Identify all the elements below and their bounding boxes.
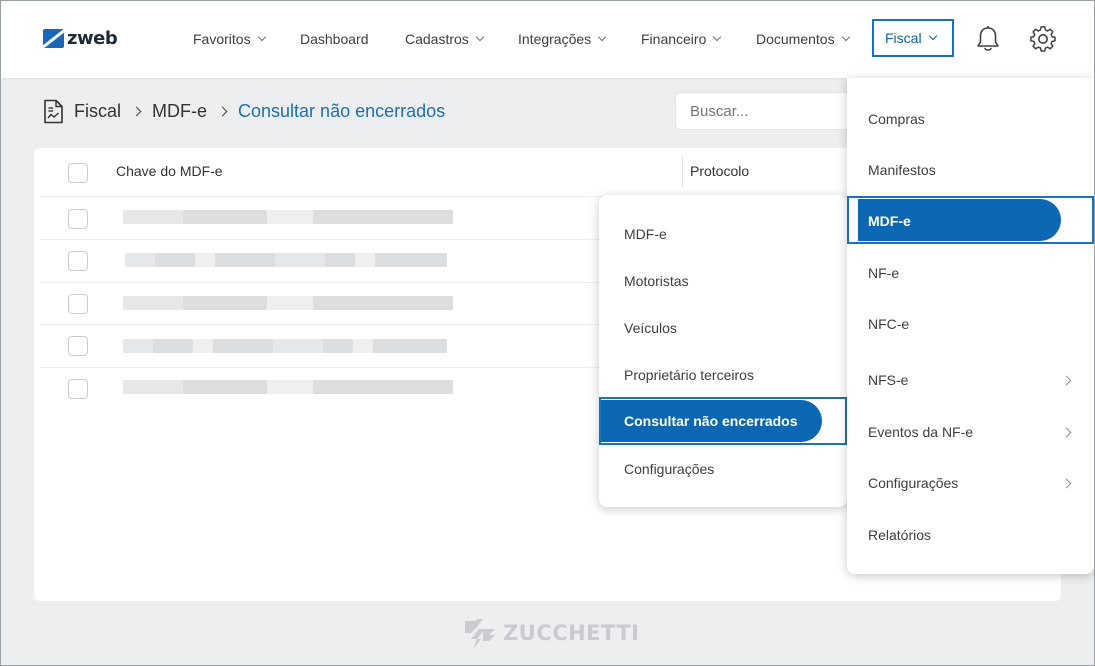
menu-label: Manifestos — [868, 162, 936, 178]
nav-label: Integrações — [518, 31, 592, 47]
nav-label: Favoritos — [193, 31, 251, 47]
footer-brand: ZUCCHETTI — [463, 615, 639, 651]
gear-icon[interactable] — [1029, 25, 1057, 53]
row-checkbox[interactable] — [68, 379, 88, 399]
row-checkbox[interactable] — [68, 209, 88, 229]
nav-dashboard[interactable]: Dashboard — [300, 28, 369, 50]
chevron-right-icon — [131, 106, 142, 117]
breadcrumb-item[interactable]: Fiscal — [74, 101, 121, 122]
menu-label: Motoristas — [624, 273, 689, 289]
menu-item-compras[interactable]: Compras — [847, 111, 1094, 131]
document-chart-icon — [44, 99, 63, 124]
submenu-item-configuracoes[interactable]: Configurações — [599, 461, 847, 481]
menu-label: Consultar não encerrados — [624, 413, 798, 429]
menu-label: Eventos da NF-e — [868, 424, 974, 440]
menu-item-nfce[interactable]: NFC-e — [847, 316, 1094, 336]
breadcrumb-current: Consultar não encerrados — [238, 101, 446, 121]
logo-text: zweb — [67, 28, 118, 49]
menu-item-nfse[interactable]: NFS-e — [847, 372, 1094, 392]
menu-label: MDF-e — [624, 226, 667, 242]
menu-item-eventos-nfe[interactable]: Eventos da NF-e — [847, 424, 1094, 444]
menu-label: Configurações — [624, 461, 715, 477]
nav-favoritos[interactable]: Favoritos — [193, 28, 266, 50]
chevron-right-icon — [1061, 427, 1072, 438]
nav-cadastros[interactable]: Cadastros — [405, 28, 485, 50]
blurred-key — [123, 380, 453, 394]
chevron-down-icon — [928, 31, 937, 41]
search-input[interactable] — [675, 92, 875, 130]
nav-integracoes[interactable]: Integrações — [518, 28, 607, 50]
blurred-key — [123, 339, 447, 353]
breadcrumb-item[interactable]: MDF-e — [152, 101, 207, 122]
menu-label: Configurações — [868, 475, 959, 491]
menu-item-nfe[interactable]: NF-e — [847, 265, 1094, 285]
top-navbar: zweb Favoritos Dashboard Cadastros Integ… — [0, 0, 1095, 78]
menu-label: NF-e — [868, 265, 900, 281]
row-checkbox[interactable] — [68, 251, 88, 271]
menu-label: Compras — [868, 111, 925, 127]
blurred-key — [123, 210, 453, 224]
submenu-item-proprietario-terceiros[interactable]: Proprietário terceiros — [599, 367, 847, 387]
submenu-item-motoristas[interactable]: Motoristas — [599, 273, 847, 293]
menu-label: Veículos — [624, 320, 677, 336]
menu-label: NFC-e — [868, 316, 910, 332]
fiscal-menu: Compras Manifestos MDF-e NF-e NFC-e NFS-… — [847, 78, 1094, 574]
footer-brand-text: ZUCCHETTI — [503, 621, 640, 645]
nav-label: Fiscal — [885, 30, 922, 46]
chevron-right-icon — [217, 106, 228, 117]
bell-icon[interactable] — [975, 25, 1001, 53]
blurred-key — [123, 296, 453, 310]
chevron-down-icon — [841, 32, 850, 42]
nav-financeiro[interactable]: Financeiro — [641, 28, 722, 50]
submenu-item-veiculos[interactable]: Veículos — [599, 320, 847, 340]
column-header-protocolo[interactable]: Protocolo — [690, 163, 749, 179]
app-logo[interactable]: zweb — [43, 28, 118, 49]
chevron-down-icon — [597, 32, 607, 42]
menu-item-relatorios[interactable]: Relatórios — [847, 527, 1094, 547]
row-checkbox[interactable] — [68, 336, 88, 356]
nav-label: Dashboard — [300, 31, 369, 47]
nav-fiscal[interactable]: Fiscal — [872, 19, 954, 57]
column-divider — [682, 156, 683, 188]
logo-mark-icon — [43, 29, 64, 48]
nav-label: Cadastros — [405, 31, 469, 47]
chevron-right-icon — [1061, 478, 1072, 489]
chevron-down-icon — [257, 32, 266, 42]
menu-item-manifestos[interactable]: Manifestos — [847, 162, 1094, 182]
menu-label: Proprietário terceiros — [624, 367, 754, 383]
menu-label: MDF-e — [868, 213, 911, 229]
menu-item-mdfe[interactable]: MDF-e — [858, 199, 1061, 241]
chevron-right-icon — [1061, 375, 1072, 386]
nav-label: Documentos — [756, 31, 835, 47]
select-all-checkbox[interactable] — [68, 163, 88, 183]
menu-label: NFS-e — [868, 372, 909, 388]
nav-documentos[interactable]: Documentos — [756, 28, 850, 50]
mdfe-submenu: MDF-e Motoristas Veículos Proprietário t… — [599, 195, 847, 507]
zucchetti-logo-icon — [465, 619, 495, 649]
chevron-down-icon — [713, 32, 722, 42]
submenu-item-consultar-nao-encerrados[interactable]: Consultar não encerrados — [601, 400, 822, 442]
chevron-down-icon — [475, 32, 485, 42]
menu-item-configuracoes[interactable]: Configurações — [847, 475, 1094, 495]
nav-label: Financeiro — [641, 31, 707, 47]
submenu-item-mdfe[interactable]: MDF-e — [599, 226, 847, 246]
row-checkbox[interactable] — [68, 294, 88, 314]
breadcrumb: Fiscal MDF-e Consultar não encerrados — [42, 99, 445, 124]
column-header-chave[interactable]: Chave do MDF-e — [116, 163, 223, 179]
menu-label: Relatórios — [868, 527, 932, 543]
blurred-key — [125, 253, 447, 267]
